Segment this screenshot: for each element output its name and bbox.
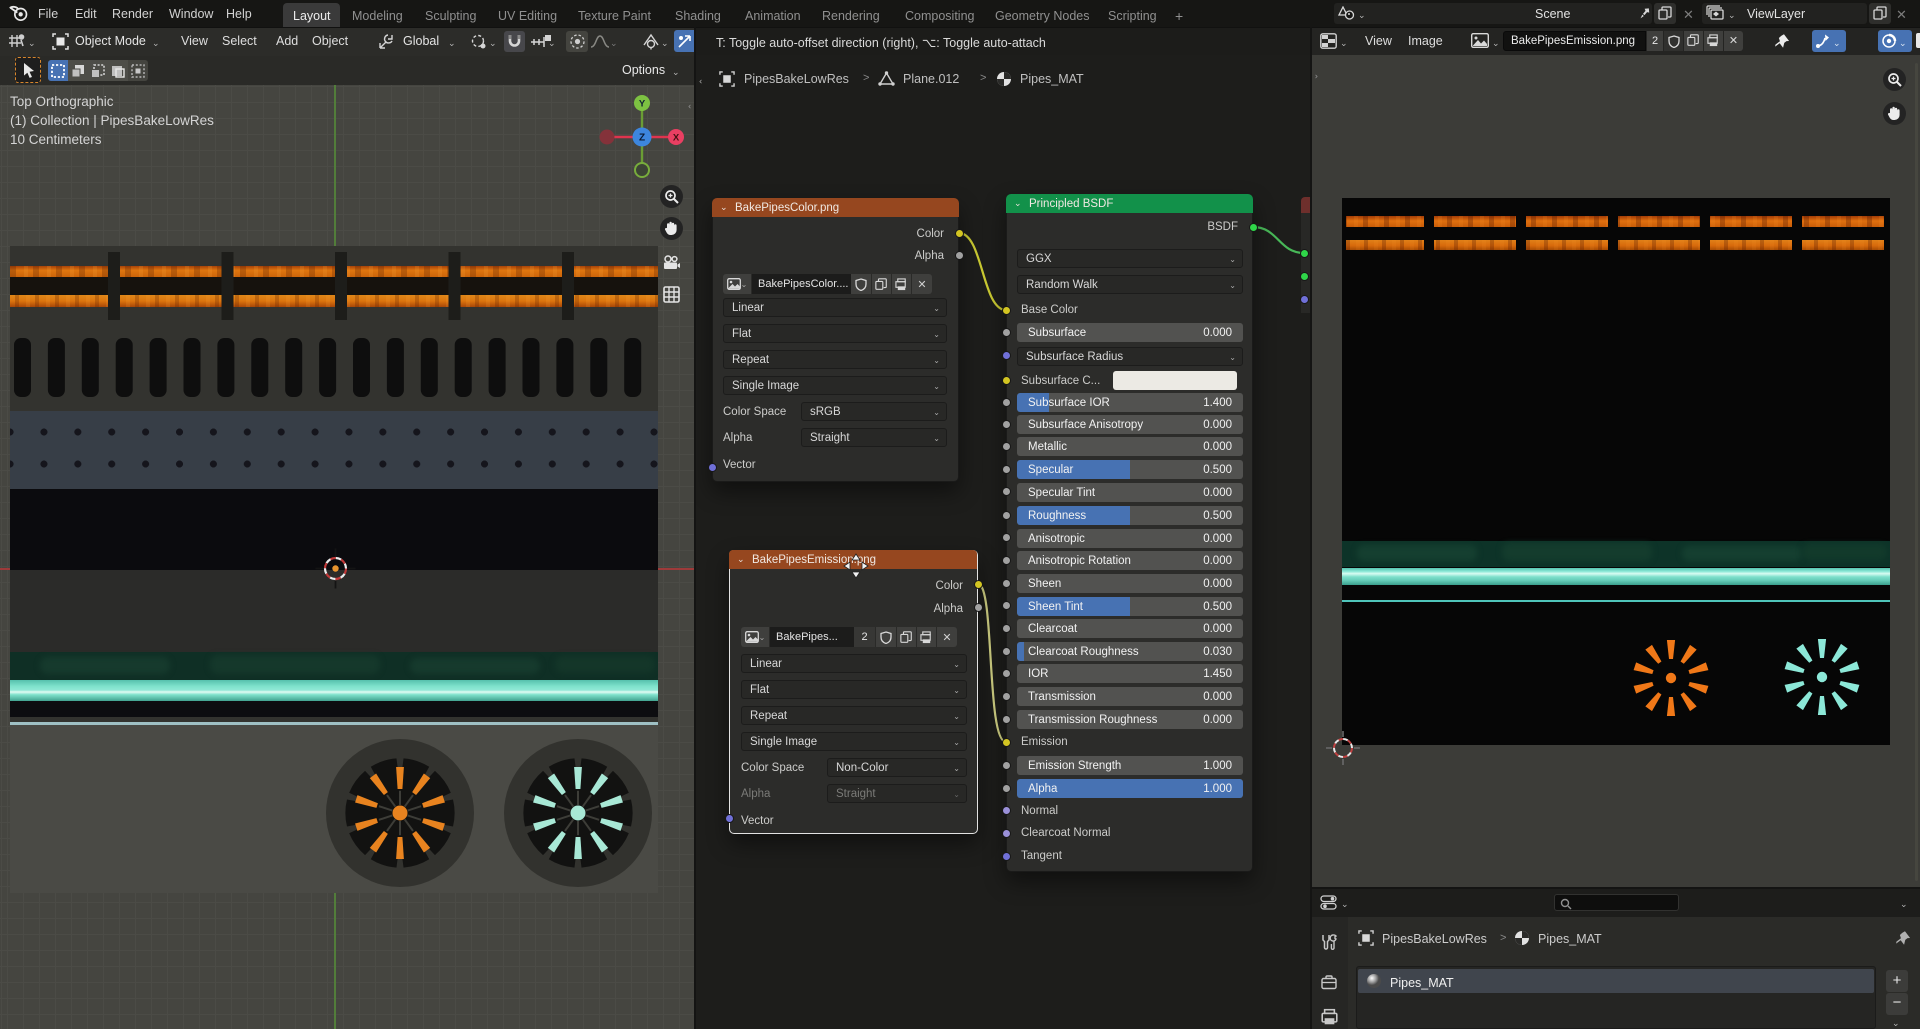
svg-text:X: X: [673, 133, 680, 144]
svg-text:Y: Y: [639, 99, 646, 110]
svg-text:Z: Z: [639, 133, 645, 144]
